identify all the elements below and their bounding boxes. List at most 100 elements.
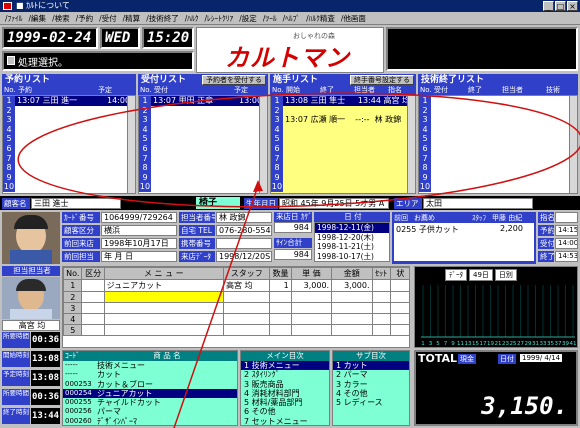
reception-action-button[interactable]: 予約者を受付する xyxy=(202,75,266,85)
product-item[interactable]: 000253 カット＆ブロー xyxy=(63,380,237,389)
list-item[interactable]: 5 xyxy=(3,134,135,144)
customer-field-value[interactable] xyxy=(216,238,272,249)
list-item[interactable]: 10 xyxy=(419,182,577,192)
menu-item[interactable]: /ﾚｼｰﾄｸﾘｱ xyxy=(202,13,237,24)
table-row[interactable]: 5 xyxy=(63,324,409,336)
treatment-action-button[interactable]: 終手番号設定する xyxy=(350,75,414,85)
category-item[interactable]: 3 カラー xyxy=(333,380,409,389)
list-item[interactable]: 4 xyxy=(419,124,577,135)
list-item[interactable]: 3 xyxy=(419,115,577,125)
category-item[interactable]: 1 技術メニュー xyxy=(241,361,329,371)
menu-item[interactable]: /予約 xyxy=(73,13,97,24)
list-item[interactable]: 2 xyxy=(271,105,415,116)
customer-name-field[interactable]: 三田 進士 xyxy=(31,198,121,209)
menu-item[interactable]: /ﾂｰﾙ xyxy=(260,13,280,24)
customer-field-value[interactable]: 1998年10月17日 xyxy=(101,238,177,249)
list-item[interactable]: 4 xyxy=(271,124,415,135)
list-item[interactable]: 10 xyxy=(3,182,135,192)
list-item[interactable]: 5 xyxy=(139,134,267,144)
list-item[interactable]: 9 xyxy=(271,172,415,183)
history-item[interactable]: 1998-10-17(土) xyxy=(315,252,389,262)
product-item[interactable]: 000254 ジュニアカット xyxy=(63,388,237,399)
list-item[interactable]: 5 xyxy=(419,134,577,144)
list-item[interactable]: 1 13:07 甲田 正章 13:00 xyxy=(139,96,267,106)
menu-item[interactable]: /編集 xyxy=(26,13,50,24)
list-item[interactable]: 6 xyxy=(419,143,577,154)
category-item[interactable]: 3 販売商品 xyxy=(241,380,329,389)
list-item[interactable]: 5 xyxy=(271,134,415,144)
product-item[interactable]: 000256 パーマ xyxy=(63,407,237,416)
list-item[interactable]: 2 xyxy=(3,105,135,116)
list-item[interactable]: 9 xyxy=(3,172,135,183)
reservation-scrollbar[interactable] xyxy=(127,96,135,193)
menu-item[interactable]: /ﾊﾙｸ xyxy=(182,13,202,24)
product-item[interactable]: 000260 ﾃﾞｻﾞｲﾝﾊﾟｰﾏ xyxy=(63,417,237,425)
list-item[interactable]: 10 xyxy=(139,182,267,192)
category-item[interactable]: 5 材料/薬品部門 xyxy=(241,398,329,407)
list-item[interactable]: 8 xyxy=(139,163,267,173)
finished-scrollbar[interactable] xyxy=(569,96,577,193)
list-item[interactable]: 10 xyxy=(271,182,415,192)
treatment-scrollbar[interactable] xyxy=(407,96,415,193)
list-item[interactable]: 8 xyxy=(271,163,415,173)
category-item[interactable]: 2 ｽﾀｲﾘﾝｸﾞ xyxy=(241,370,329,379)
category-item[interactable]: 6 その他 xyxy=(241,407,329,416)
customer-field-value[interactable]: 年 月 日 xyxy=(101,251,177,262)
table-row[interactable]: 1 ジュニアカット 高宮 均 1 3,000. 3,000. xyxy=(63,279,409,292)
list-item[interactable]: 6 xyxy=(3,143,135,154)
list-item[interactable]: 2 xyxy=(419,105,577,116)
list-item[interactable]: 9 xyxy=(139,172,267,183)
customer-field-value[interactable]: 1064999/729264 xyxy=(101,212,177,223)
menu-item[interactable]: /精算 xyxy=(120,13,144,24)
menu-item[interactable]: /検索 xyxy=(49,13,73,24)
customer-field-value[interactable]: 076-280-5540 xyxy=(216,225,272,236)
reception-scrollbar[interactable] xyxy=(259,96,267,193)
list-item[interactable]: 4 xyxy=(3,124,135,135)
menu-item[interactable]: /受付 xyxy=(96,13,120,24)
category-item[interactable]: 4 その他 xyxy=(333,389,409,398)
list-item[interactable]: 4 xyxy=(139,124,267,135)
history-item[interactable]: 1998-11-21(土) xyxy=(315,242,389,252)
list-item[interactable]: 3 13:07 広瀬 順一 --:-- 林 政錦 xyxy=(271,115,415,125)
history-item[interactable]: 1998-12-20(木) xyxy=(315,233,389,243)
menu-item[interactable]: /ﾍﾙﾌﾟ xyxy=(280,13,304,24)
category-item[interactable]: 5 レディース xyxy=(333,398,409,407)
list-item[interactable]: 7 xyxy=(271,153,415,164)
customer-field-value[interactable]: 横浜 xyxy=(101,225,177,236)
customer-field-value[interactable]: 林 政錦 xyxy=(216,212,272,223)
category-item[interactable]: 2 パーマ xyxy=(333,370,409,379)
list-item[interactable]: 3 xyxy=(3,115,135,125)
list-item[interactable]: 8 xyxy=(419,163,577,173)
list-item[interactable]: 9 xyxy=(419,172,577,183)
category-item[interactable]: 1 カット xyxy=(333,361,409,371)
table-row[interactable]: 4 xyxy=(63,313,409,325)
list-item[interactable]: 6 xyxy=(139,143,267,154)
history-item[interactable]: 1998-12-11(金) xyxy=(315,223,389,233)
list-item[interactable]: 7 xyxy=(139,153,267,164)
product-item[interactable]: ----- カット xyxy=(63,370,237,379)
category-item[interactable]: 4 消耗材料部門 xyxy=(241,389,329,398)
list-item[interactable]: 1 13:08 三田 隼士 13:44 高宮 均 xyxy=(271,96,415,106)
menu-item[interactable]: /他画面 xyxy=(338,13,369,24)
table-row[interactable]: 2 xyxy=(63,291,409,303)
table-row[interactable]: 3 xyxy=(63,302,409,314)
list-item[interactable]: 1 xyxy=(419,96,577,106)
area-field[interactable]: 太田 xyxy=(423,198,533,209)
product-item[interactable]: ----- 技術メニュー xyxy=(63,361,237,370)
list-item[interactable]: 1 13:07 三田 進一 14:00 xyxy=(3,96,135,106)
list-item[interactable]: 7 xyxy=(419,153,577,164)
menu-item[interactable]: /技術終了 xyxy=(143,13,182,24)
list-item[interactable]: 6 xyxy=(271,143,415,154)
menu-item[interactable]: /ﾊﾙｸ精査 xyxy=(303,13,338,24)
menu-item[interactable]: /ﾌｧｲﾙ xyxy=(2,13,26,24)
list-item[interactable]: 8 xyxy=(3,163,135,173)
list-item[interactable]: 3 xyxy=(139,115,267,125)
minimize-button[interactable]: _ xyxy=(543,1,554,11)
close-button[interactable]: × xyxy=(567,1,578,11)
list-item[interactable]: 7 xyxy=(3,153,135,164)
customer-field-value[interactable]: 1998/12/20SUN xyxy=(216,251,272,262)
product-item[interactable]: 000255 チャイルドカット xyxy=(63,398,237,407)
category-item[interactable]: 7 セットメニュー xyxy=(241,417,329,425)
list-item[interactable]: 2 xyxy=(139,105,267,116)
menu-item[interactable]: /設定 xyxy=(236,13,260,24)
